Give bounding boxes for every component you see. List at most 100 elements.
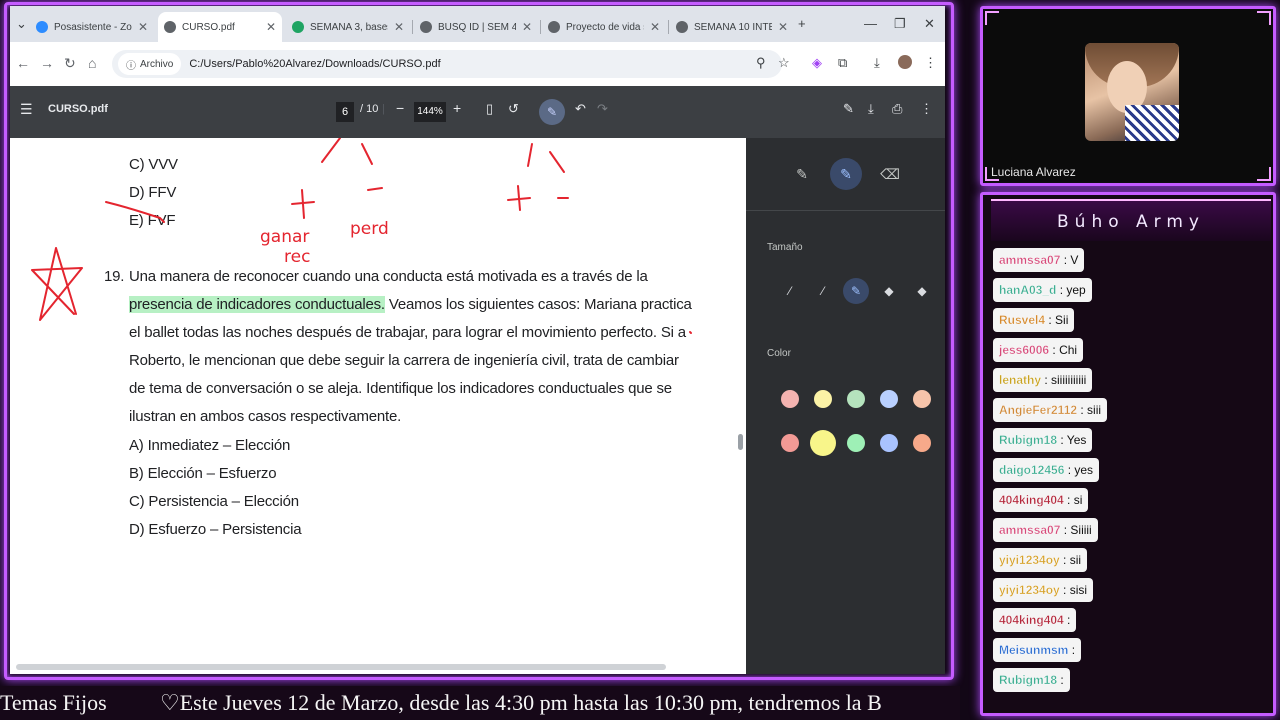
size-option-1[interactable]: ⁄ bbox=[777, 278, 803, 304]
chat-text: : bbox=[1057, 673, 1064, 687]
tab-zoom[interactable]: Posasistente - Zoom ✕ bbox=[30, 12, 154, 42]
hamburger-menu-icon[interactable]: ☰ bbox=[20, 101, 33, 118]
size-option-3[interactable]: ✎ bbox=[843, 278, 869, 304]
size-option-2[interactable]: ⁄ bbox=[810, 278, 836, 304]
scrollbar-thumb[interactable] bbox=[738, 434, 743, 450]
bookmark-star-icon[interactable]: ☆ bbox=[778, 55, 790, 71]
color-swatch-green[interactable] bbox=[847, 390, 865, 408]
pdf-page-view[interactable]: C) VVV D) FFV E) FVF 19. Una manera de r… bbox=[10, 138, 746, 674]
download-icon[interactable]: ⤓ bbox=[874, 55, 880, 71]
address-bar[interactable]: ⓘ Archivo C:/Users/Pablo%20Alvarez/Downl… bbox=[112, 50, 782, 78]
window-close-icon[interactable]: ✕ bbox=[924, 16, 935, 32]
zoom-in-button[interactable]: + bbox=[453, 100, 461, 116]
chat-title: Búho Army bbox=[991, 199, 1271, 241]
minimize-icon[interactable]: — bbox=[864, 16, 877, 31]
close-icon[interactable]: ✕ bbox=[650, 20, 660, 34]
tab-semana3[interactable]: SEMANA 3, bases soc ✕ bbox=[286, 12, 410, 42]
tab-title: Proyecto de vida sem bbox=[566, 21, 644, 33]
chat-username: daigo12456 bbox=[999, 463, 1065, 477]
chat-text: : Yes bbox=[1057, 433, 1087, 447]
close-icon[interactable]: ✕ bbox=[778, 20, 788, 34]
home-icon[interactable]: ⌂ bbox=[88, 55, 96, 71]
annotation-panel: ✎ ✎ ⌫ Tamaño ⁄ ⁄ ✎ ◆ ◆ Color bbox=[746, 138, 945, 674]
back-icon[interactable]: ← bbox=[16, 55, 30, 71]
pdf-vertical-scrollbar[interactable] bbox=[737, 144, 744, 664]
pen-tool-icon[interactable]: ✎ bbox=[786, 158, 818, 190]
color-swatch-pink[interactable] bbox=[781, 390, 799, 408]
frame-corner bbox=[985, 11, 999, 25]
chat-username: ammssa07 bbox=[999, 523, 1061, 537]
forward-icon[interactable]: → bbox=[40, 55, 54, 71]
new-tab-button[interactable]: + bbox=[798, 16, 806, 31]
browser-window: ⌄ Posasistente - Zoom ✕ CURSO.pdf ✕ SEMA… bbox=[10, 6, 945, 674]
site-info-chip[interactable]: ⓘ Archivo bbox=[118, 53, 182, 75]
tab-semana10[interactable]: SEMANA 10 INTELIGEN ✕ bbox=[670, 12, 794, 42]
chat-message: 404king404 : bbox=[993, 608, 1077, 632]
globe-icon bbox=[548, 21, 560, 33]
color-swatch-periwinkle[interactable] bbox=[880, 434, 898, 452]
tab-proyecto[interactable]: Proyecto de vida sem ✕ bbox=[542, 12, 666, 42]
extension-icon[interactable]: ◈ bbox=[812, 55, 822, 71]
tab-strip: ⌄ Posasistente - Zoom ✕ CURSO.pdf ✕ SEMA… bbox=[10, 6, 945, 42]
color-swatch-orange[interactable] bbox=[913, 390, 931, 408]
redo-icon[interactable]: ↷ bbox=[597, 101, 608, 117]
chat-message: daigo12456 : yes bbox=[993, 458, 1100, 482]
size-label: Tamaño bbox=[767, 242, 803, 253]
pdf-horizontal-scrollbar[interactable] bbox=[16, 664, 666, 670]
chat-text: : si bbox=[1063, 493, 1083, 507]
chat-message: lenathy : siiiiiiiiiii bbox=[993, 368, 1093, 392]
chat-username: yiyi1234oy bbox=[999, 553, 1060, 567]
chat-text: : Sii bbox=[1045, 313, 1069, 327]
chat-username: jess6006 bbox=[999, 343, 1050, 357]
ink-branch-stroke bbox=[321, 138, 341, 163]
profile-avatar[interactable] bbox=[898, 55, 912, 69]
ink-minus-sign bbox=[367, 187, 383, 191]
color-swatch-yellow-selected[interactable] bbox=[810, 430, 836, 456]
print-icon[interactable]: ⎙ bbox=[892, 101, 902, 117]
extensions-puzzle-icon[interactable]: ⧉ bbox=[838, 55, 847, 71]
tab-search-icon[interactable]: ⌄ bbox=[16, 16, 27, 32]
color-swatch-salmon[interactable] bbox=[913, 434, 931, 452]
ink-branch-stroke bbox=[361, 143, 373, 165]
color-swatch-blue[interactable] bbox=[880, 390, 898, 408]
annotate-pen-button[interactable]: ✎ bbox=[539, 99, 565, 125]
rotate-icon[interactable]: ↺ bbox=[508, 101, 519, 117]
site-chip-label: Archivo bbox=[140, 58, 174, 70]
chat-username: 404king404 bbox=[999, 613, 1064, 627]
size-option-4[interactable]: ◆ bbox=[876, 278, 902, 304]
tab-title: Posasistente - Zoom bbox=[54, 21, 132, 33]
fit-page-icon[interactable]: ▯ bbox=[486, 101, 493, 117]
color-swatch-mint[interactable] bbox=[847, 434, 865, 452]
ink-branch-stroke bbox=[549, 151, 565, 173]
tab-title: SEMANA 10 INTELIGEN bbox=[694, 21, 772, 33]
zoom-favicon-icon bbox=[36, 21, 48, 33]
chat-text: : sisi bbox=[1059, 583, 1088, 597]
more-options-icon[interactable]: ⋮ bbox=[920, 101, 933, 117]
download-pdf-icon[interactable]: ⤓ bbox=[868, 101, 874, 117]
chat-username: hanA03_d bbox=[999, 283, 1057, 297]
eraser-tool-icon[interactable]: ⌫ bbox=[874, 158, 906, 190]
color-swatch-yellow[interactable] bbox=[814, 390, 832, 408]
zoom-level-input[interactable]: 144% bbox=[414, 102, 446, 122]
size-option-5[interactable]: ◆ bbox=[909, 278, 935, 304]
ticker-text: ♡Este Jueves 12 de Marzo, desde las 4:30… bbox=[160, 690, 882, 715]
chat-message: jess6006 : Chi bbox=[993, 338, 1084, 362]
tab-busq[interactable]: BUSQ ID | SEM 4 PSIC ✕ bbox=[414, 12, 538, 42]
highlighter-tool-icon[interactable]: ✎ bbox=[830, 158, 862, 190]
ink-word-ganar: ganar bbox=[260, 227, 309, 247]
page-number-input[interactable]: 6 bbox=[336, 102, 354, 122]
close-icon[interactable]: ✕ bbox=[394, 20, 404, 34]
reload-icon[interactable]: ↻ bbox=[64, 55, 76, 72]
close-icon[interactable]: ✕ bbox=[522, 20, 532, 34]
menu-kebab-icon[interactable]: ⋮ bbox=[924, 55, 937, 71]
participant-name: Luciana Alvarez bbox=[991, 165, 1076, 179]
undo-icon[interactable]: ↶ bbox=[575, 101, 586, 117]
save-annotations-icon[interactable]: ✎ bbox=[843, 101, 854, 117]
zoom-out-button[interactable]: − bbox=[396, 100, 404, 116]
zoom-icon[interactable]: ⚲ bbox=[756, 55, 766, 71]
maximize-icon[interactable]: ❐ bbox=[894, 16, 906, 32]
close-icon[interactable]: ✕ bbox=[266, 20, 276, 34]
tab-curso-pdf[interactable]: CURSO.pdf ✕ bbox=[158, 12, 282, 42]
close-icon[interactable]: ✕ bbox=[138, 20, 148, 34]
color-swatch-red[interactable] bbox=[781, 434, 799, 452]
